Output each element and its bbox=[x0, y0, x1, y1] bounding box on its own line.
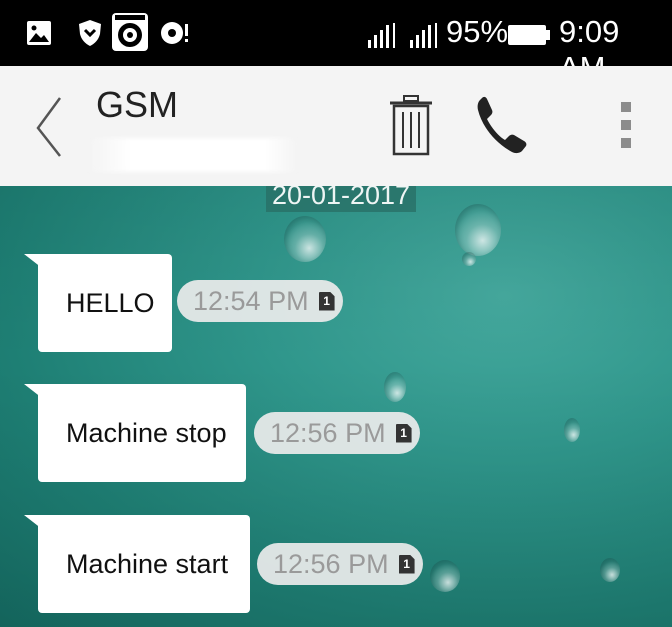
message-text: HELLO bbox=[66, 287, 155, 318]
message-bubble[interactable]: Machine stop bbox=[38, 384, 246, 482]
message-timestamp: 12:56 PM 1 bbox=[254, 412, 420, 454]
call-icon[interactable] bbox=[474, 94, 530, 158]
shield-icon bbox=[79, 20, 101, 46]
wallpaper-droplet bbox=[384, 372, 406, 402]
wallpaper-droplet bbox=[564, 418, 580, 442]
signal-strength-icon-2 bbox=[410, 23, 437, 48]
contact-number-redacted bbox=[90, 138, 296, 172]
overflow-menu-icon[interactable] bbox=[616, 100, 636, 152]
gallery-icon bbox=[27, 21, 51, 45]
timestamp-text: 12:56 PM bbox=[273, 548, 389, 579]
date-separator: 20-01-2017 bbox=[266, 186, 416, 212]
sim-card-icon: 1 bbox=[318, 291, 335, 311]
delete-icon[interactable] bbox=[388, 94, 434, 158]
wallpaper-droplet bbox=[284, 216, 326, 262]
wallpaper-droplet bbox=[600, 558, 620, 582]
sim-card-icon: 1 bbox=[395, 423, 412, 443]
wallpaper-droplet bbox=[455, 204, 501, 256]
wallpaper-droplet bbox=[462, 252, 476, 266]
contact-name[interactable]: GSM bbox=[96, 84, 178, 126]
status-bar: 95% 9:09 AM bbox=[0, 0, 672, 85]
message-bubble[interactable]: HELLO bbox=[38, 254, 172, 352]
back-arrow-icon[interactable] bbox=[30, 94, 70, 158]
message-timestamp: 12:56 PM 1 bbox=[257, 543, 423, 585]
timestamp-text: 12:54 PM bbox=[193, 285, 309, 316]
record-icon bbox=[161, 22, 188, 44]
conversation-header: GSM bbox=[0, 66, 672, 186]
message-list[interactable]: 20-01-2017 HELLO 12:54 PM 1 Machine stop… bbox=[0, 186, 672, 627]
message-bubble[interactable]: Machine start bbox=[38, 515, 250, 613]
message-text: Machine start bbox=[66, 548, 229, 579]
app-badge-icon bbox=[112, 13, 148, 51]
battery-icon bbox=[508, 25, 550, 45]
message-timestamp: 12:54 PM 1 bbox=[177, 280, 343, 322]
wallpaper-droplet bbox=[430, 560, 460, 592]
signal-strength-icon-1 bbox=[368, 23, 395, 48]
sim-card-icon: 1 bbox=[398, 554, 415, 574]
message-text: Machine stop bbox=[66, 417, 227, 448]
timestamp-text: 12:56 PM bbox=[270, 417, 386, 448]
battery-percentage: 95% bbox=[446, 14, 509, 49]
